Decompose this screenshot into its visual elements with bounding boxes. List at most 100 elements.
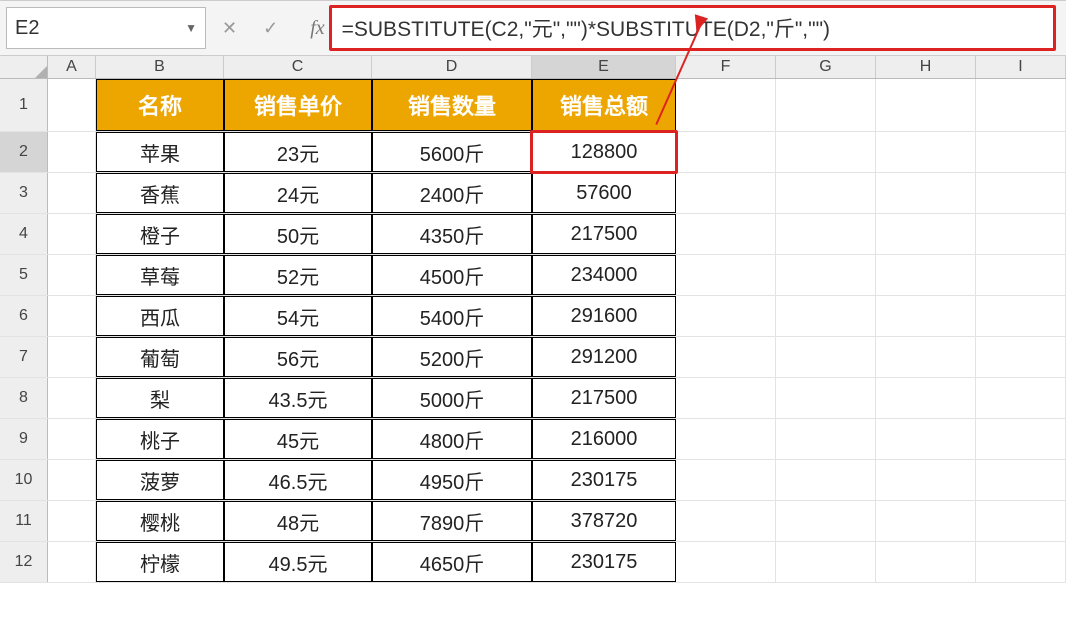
- cell[interactable]: [776, 214, 876, 254]
- cell[interactable]: [776, 419, 876, 459]
- table-cell-price[interactable]: 54元: [224, 296, 372, 336]
- confirm-formula-icon[interactable]: ✓: [263, 18, 278, 39]
- table-cell-price[interactable]: 52元: [224, 255, 372, 295]
- table-cell-total[interactable]: 216000: [532, 419, 676, 459]
- cell[interactable]: [676, 173, 776, 213]
- cell[interactable]: [48, 419, 96, 459]
- cell[interactable]: [48, 214, 96, 254]
- cell[interactable]: [676, 337, 776, 377]
- table-cell-price[interactable]: 56元: [224, 337, 372, 377]
- select-all-corner[interactable]: [0, 56, 48, 78]
- table-cell-price[interactable]: 48元: [224, 501, 372, 541]
- cell[interactable]: [776, 79, 876, 131]
- table-cell-total[interactable]: 234000: [532, 255, 676, 295]
- row-header[interactable]: 9: [0, 419, 48, 459]
- table-header-price[interactable]: 销售单价: [224, 79, 372, 131]
- row-header[interactable]: 2: [0, 132, 48, 172]
- name-box[interactable]: E2 ▼: [6, 7, 206, 49]
- fx-icon[interactable]: fx: [310, 17, 324, 40]
- cell[interactable]: [676, 378, 776, 418]
- cell[interactable]: [876, 337, 976, 377]
- cell[interactable]: [676, 132, 776, 172]
- table-cell-total[interactable]: 230175: [532, 460, 676, 500]
- table-cell-total[interactable]: 217500: [532, 214, 676, 254]
- table-cell-price[interactable]: 24元: [224, 173, 372, 213]
- table-cell-price[interactable]: 50元: [224, 214, 372, 254]
- cell[interactable]: [676, 214, 776, 254]
- cell[interactable]: [776, 255, 876, 295]
- cell[interactable]: [48, 132, 96, 172]
- cell[interactable]: [976, 419, 1066, 459]
- row-header[interactable]: 4: [0, 214, 48, 254]
- table-cell-name[interactable]: 香蕉: [96, 173, 224, 213]
- table-cell-total[interactable]: 291200: [532, 337, 676, 377]
- cell[interactable]: [876, 419, 976, 459]
- col-header-E[interactable]: E: [532, 56, 676, 78]
- cell[interactable]: [976, 132, 1066, 172]
- cell[interactable]: [776, 501, 876, 541]
- cell[interactable]: [876, 173, 976, 213]
- table-cell-name[interactable]: 草莓: [96, 255, 224, 295]
- col-header-A[interactable]: A: [48, 56, 96, 78]
- cell[interactable]: [976, 542, 1066, 582]
- cell[interactable]: [976, 460, 1066, 500]
- table-cell-qty[interactable]: 5000斤: [372, 378, 532, 418]
- table-header-name[interactable]: 名称: [96, 79, 224, 131]
- row-header[interactable]: 10: [0, 460, 48, 500]
- table-cell-price[interactable]: 46.5元: [224, 460, 372, 500]
- row-header[interactable]: 7: [0, 337, 48, 377]
- cell[interactable]: [976, 214, 1066, 254]
- table-cell-price[interactable]: 23元: [224, 132, 372, 172]
- table-cell-qty[interactable]: 4650斤: [372, 542, 532, 582]
- table-cell-name[interactable]: 梨: [96, 378, 224, 418]
- cell[interactable]: [48, 173, 96, 213]
- table-cell-qty[interactable]: 4950斤: [372, 460, 532, 500]
- table-cell-total[interactable]: 217500: [532, 378, 676, 418]
- table-header-total[interactable]: 销售总额: [532, 79, 676, 131]
- cell[interactable]: [676, 501, 776, 541]
- cell[interactable]: [676, 255, 776, 295]
- cell[interactable]: [876, 378, 976, 418]
- table-cell-qty[interactable]: 7890斤: [372, 501, 532, 541]
- row-header[interactable]: 1: [0, 79, 48, 131]
- cell[interactable]: [776, 132, 876, 172]
- cell[interactable]: [776, 542, 876, 582]
- col-header-I[interactable]: I: [976, 56, 1066, 78]
- table-cell-qty[interactable]: 5400斤: [372, 296, 532, 336]
- table-cell-qty[interactable]: 2400斤: [372, 173, 532, 213]
- table-cell-name[interactable]: 西瓜: [96, 296, 224, 336]
- row-header[interactable]: 8: [0, 378, 48, 418]
- table-cell-price[interactable]: 43.5元: [224, 378, 372, 418]
- cell[interactable]: [676, 79, 776, 131]
- table-cell-qty[interactable]: 4500斤: [372, 255, 532, 295]
- cell[interactable]: [876, 501, 976, 541]
- cell[interactable]: [976, 79, 1066, 131]
- cell[interactable]: [976, 255, 1066, 295]
- cell[interactable]: [876, 214, 976, 254]
- table-cell-total[interactable]: 128800: [532, 132, 676, 172]
- cell[interactable]: [976, 337, 1066, 377]
- cell[interactable]: [676, 542, 776, 582]
- table-cell-qty[interactable]: 4350斤: [372, 214, 532, 254]
- row-header[interactable]: 12: [0, 542, 48, 582]
- formula-bar[interactable]: =SUBSTITUTE(C2,"元","")*SUBSTITUTE(D2,"斤"…: [329, 5, 1056, 51]
- table-cell-name[interactable]: 菠萝: [96, 460, 224, 500]
- cell[interactable]: [876, 132, 976, 172]
- cell[interactable]: [48, 501, 96, 541]
- col-header-D[interactable]: D: [372, 56, 532, 78]
- cell[interactable]: [876, 460, 976, 500]
- cell[interactable]: [976, 378, 1066, 418]
- cell[interactable]: [876, 542, 976, 582]
- table-cell-price[interactable]: 45元: [224, 419, 372, 459]
- cell[interactable]: [976, 501, 1066, 541]
- table-cell-total[interactable]: 57600: [532, 173, 676, 213]
- table-cell-name[interactable]: 柠檬: [96, 542, 224, 582]
- cell[interactable]: [776, 296, 876, 336]
- cell[interactable]: [48, 296, 96, 336]
- table-header-qty[interactable]: 销售数量: [372, 79, 532, 131]
- cell[interactable]: [876, 79, 976, 131]
- table-cell-name[interactable]: 葡萄: [96, 337, 224, 377]
- table-cell-name[interactable]: 橙子: [96, 214, 224, 254]
- table-cell-name[interactable]: 桃子: [96, 419, 224, 459]
- cell[interactable]: [48, 378, 96, 418]
